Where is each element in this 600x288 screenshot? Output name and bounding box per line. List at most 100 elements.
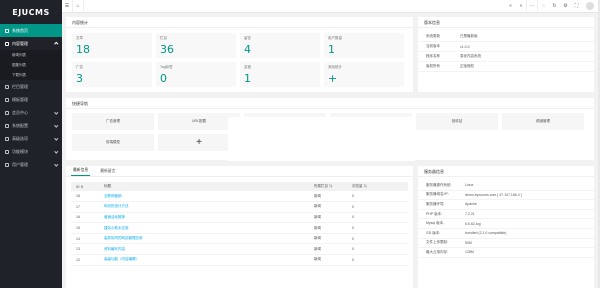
row-title-link[interactable]: 高级功能（内容编辑） [99,254,309,266]
server-value: 7.2.21 [465,212,475,217]
settings-button[interactable]: ⚙ [560,0,571,13]
sidebar-item-content[interactable]: 内容管理 [0,37,62,50]
close-tabs-button[interactable]: ⋯ [527,0,538,13]
sidebar-item-templates[interactable]: 模板管理 [0,93,62,106]
next-page-button[interactable]: » [516,0,527,13]
sidebar-item-label: 用户管理 [12,161,28,167]
quick-frontend-model[interactable]: 前端模型 [72,134,154,151]
tab-latest-info[interactable]: 最新信息 [71,168,91,176]
server-row: PHP 版本: 7.2.21 [418,210,594,220]
server-title: 服务器信息 [418,166,594,177]
stat-messages[interactable]: 留言 4 [240,33,320,58]
sidebar-item-users[interactable]: 用户管理 [0,158,62,171]
settings-icon [5,136,9,141]
row-title-link[interactable]: 高效协同的网站管理应用 [99,233,309,245]
server-key: 文件上传限制: [426,240,448,245]
row-views: 0 [347,191,408,203]
quick-recycle-bin[interactable]: 回收站 [416,113,498,130]
top-header: ☰ ⌂ « » ⋯ ◌ ↻ ⚙ ⛶ [62,0,600,13]
sidebar-subitem-downloads[interactable]: 下载列表 [0,70,62,80]
chevron-down-icon [53,149,58,154]
notifications-button[interactable]: ◌ [538,0,549,13]
stat-value: 36 [160,43,174,56]
stat-label: 文章 [76,36,83,40]
row-views: 0 [347,233,408,245]
table-row: 12 高级功能（内容编辑） 新闻 0 [71,254,408,266]
sidebar-item-columns[interactable]: 栏目管理 [0,80,62,93]
sidebar-item-members[interactable]: 会员中心 [0,106,62,119]
sort-icon[interactable]: ⇅ [363,184,367,188]
version-key: 系统更新 [426,34,440,38]
chevron-down-icon [53,123,58,128]
row-category: 新闻 [309,212,347,224]
row-views: 0 [347,201,408,213]
refresh-button[interactable]: ↻ [549,0,560,13]
sidebar-item-advanced[interactable]: 高级选项 [0,132,62,145]
double-chevron-left-icon: « [509,3,512,9]
latest-table-wrap: ID ⇅ 标题 所属栏目 ⇅ 浏览量 ⇅ 18 互联网营销 新闻 0 17 网页的设计方… [66,177,413,266]
quick-ad-manage[interactable]: 广告管理 [72,113,154,130]
row-title-link[interactable]: 网页的设计方法 [99,201,309,213]
stat-add[interactable]: 添加统计 + [324,62,404,87]
sidebar-subitem-news[interactable]: 新闻列表 [0,50,62,60]
row-title-link[interactable]: 资料编写内容 [99,243,309,256]
sidebar-subitem-images[interactable]: 图集列表 [0,60,62,70]
tab-latest-messages[interactable]: 最新留言 [98,169,117,176]
row-id: 15 [71,222,99,234]
fullscreen-icon: ⛶ [574,3,579,9]
home-button[interactable]: ⌂ [73,0,84,13]
prev-page-button[interactable]: « [505,0,516,13]
server-key: 服务器域名/IP: [426,192,449,197]
table-header-row: ID ⇅ 标题 所属栏目 ⇅ 浏览量 ⇅ [71,182,408,191]
server-value: 128M [465,250,474,255]
stat-value: 3 [76,72,83,85]
stat-columns[interactable]: 栏目 36 [156,33,236,58]
server-row: GD 版本: bundled (2.1.0 compatible) [418,229,594,239]
sidebar-item-label: 系统首页 [12,27,28,33]
server-value: Linux [465,183,474,188]
sidebar-item-system[interactable]: 系统配置 [0,119,62,132]
row-title-link[interactable]: 建站小助手应用 [99,222,309,234]
row-id: 14 [71,233,99,245]
col-views-label: 浏览量 [352,184,363,188]
row-title-link[interactable]: 互联网营销 [99,191,309,203]
sidebar-item-home[interactable]: 系统首页 [0,24,62,37]
sort-icon[interactable]: ⇅ [329,184,333,188]
stat-label: 添加统计 [328,65,342,69]
stat-links[interactable]: 友链 1 [240,62,320,87]
stat-value: 18 [76,43,90,56]
avatar[interactable] [586,2,594,10]
row-category: 新闻 [309,254,347,266]
sidebar-item-label: 高级选项 [12,135,28,141]
stat-ads[interactable]: 广告 3 [72,62,152,87]
template-icon [5,97,9,102]
version-card: 版本信息 系统更新 已是最新版 当前版本 v1.0.0 程序名称 易优内容系统 版权所… [418,17,594,92]
row-title-link[interactable]: 营销活动推荐 [99,212,309,224]
logo[interactable]: EJUCMS [0,0,62,24]
stat-label: 留言 [244,36,251,40]
table-row: 15 建站小助手应用 新闻 0 [71,222,408,234]
server-row: 文件上传限制: 50M [418,239,594,249]
version-key: 版权所有 [426,64,440,68]
row-id: 17 [71,201,99,213]
version-value: 正版授权 [460,64,474,68]
version-title: 版本信息 [418,17,594,28]
chevron-down-icon [53,110,58,115]
sidebar-item-modules[interactable]: 功能模块 [0,145,62,158]
stats-grid: 文章 18 栏目 36 留言 4 用户数量 1 广告 3 Tag标签 0 友链 1 添加统计 + [72,33,404,87]
server-key: 服务器环境: [426,201,445,206]
version-value: 已是最新版 [460,34,478,38]
stat-articles[interactable]: 文章 18 [72,33,152,58]
stat-tags[interactable]: Tag标签 0 [156,62,236,87]
stat-users[interactable]: 用户数量 1 [324,33,404,58]
stats-card: 内容统计 文章 18 栏目 36 留言 4 用户数量 1 广告 3 Tag标签 0 友链 1 … [66,17,413,92]
quick-channel-manage[interactable]: 频道管理 [502,113,584,130]
server-card: 服务器信息 服务器操作系统: Linux 服务器域名/IP: demo.eyoucm… [418,166,594,288]
menu-toggle-button[interactable]: ☰ [62,0,73,13]
double-chevron-right-icon: » [519,3,523,9]
users-icon [5,162,9,167]
fullscreen-button[interactable]: ⛶ [571,0,582,13]
row-category: 新闻 [309,222,347,234]
overlay-panel [228,117,415,161]
sort-icon[interactable]: ⇅ [80,185,83,189]
